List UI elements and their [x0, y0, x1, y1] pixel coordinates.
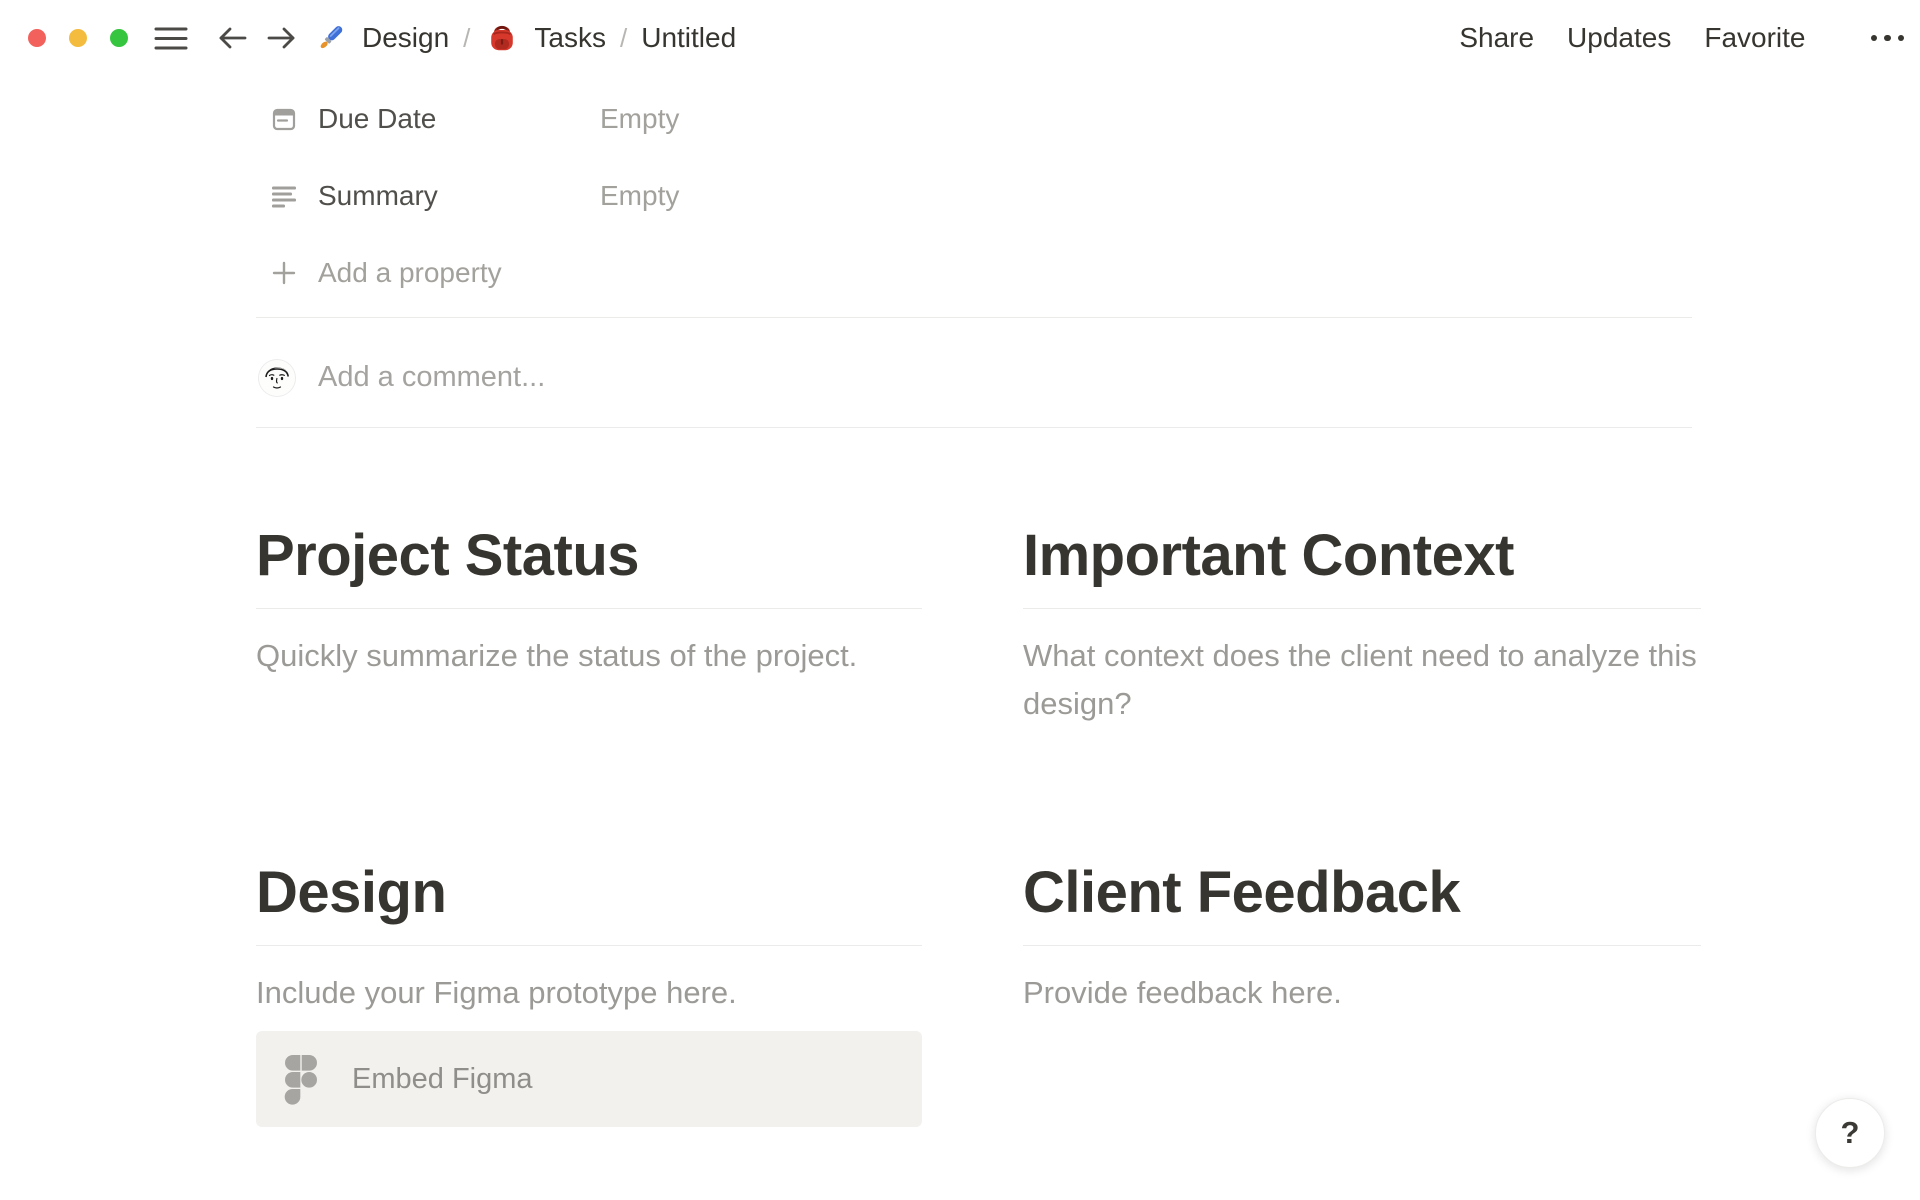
divider: [256, 317, 1692, 318]
minimize-window-button[interactable]: [69, 29, 87, 47]
favorite-button[interactable]: Favorite: [1704, 22, 1805, 54]
content-row-1: Project Status Quickly summarize the sta…: [256, 520, 1701, 728]
forward-arrow-icon[interactable]: [266, 25, 297, 51]
page-properties: Due Date Empty Summary Empty Add a prope…: [256, 80, 1692, 311]
section-body-text[interactable]: Provide feedback here.: [1023, 969, 1701, 1017]
section-body-text[interactable]: Include your Figma prototype here.: [256, 969, 922, 1017]
breadcrumb-label: Untitled: [641, 22, 737, 53]
property-value[interactable]: Empty: [600, 103, 679, 135]
property-value[interactable]: Empty: [600, 180, 679, 212]
breadcrumb-label: Tasks: [534, 22, 606, 53]
breadcrumb-item-design[interactable]: Design: [312, 20, 449, 56]
section-body-text[interactable]: Quickly summarize the status of the proj…: [256, 632, 922, 680]
property-row-due-date[interactable]: Due Date Empty: [256, 80, 1692, 157]
section-title[interactable]: Important Context: [1023, 520, 1701, 592]
plus-icon: [271, 260, 297, 286]
breadcrumb-item-tasks[interactable]: Tasks: [484, 20, 606, 56]
embed-figma-label: Embed Figma: [352, 1062, 533, 1095]
divider: [1023, 608, 1701, 609]
section-project-status: Project Status Quickly summarize the sta…: [256, 520, 922, 728]
window-titlebar: Design / Tasks / Untitled Share Updates …: [0, 0, 1920, 76]
updates-button[interactable]: Updates: [1567, 22, 1671, 54]
traffic-lights: [28, 29, 128, 47]
breadcrumb-separator: /: [463, 22, 471, 53]
property-row-summary[interactable]: Summary Empty: [256, 157, 1692, 234]
divider: [256, 608, 922, 609]
zoom-window-button[interactable]: [110, 29, 128, 47]
section-title[interactable]: Design: [256, 857, 922, 929]
breadcrumb-label: Design: [362, 22, 450, 53]
back-arrow-icon[interactable]: [217, 25, 248, 51]
help-button[interactable]: ?: [1815, 1098, 1885, 1168]
divider: [256, 427, 1692, 428]
comment-row: Add a comment...: [256, 340, 1692, 415]
content-row-2: Design Include your Figma prototype here…: [256, 857, 1701, 1127]
add-property-label: Add a property: [318, 256, 502, 288]
align-left-icon: [271, 183, 297, 209]
backpack-emoji-icon: [484, 20, 520, 56]
more-options-icon[interactable]: [1869, 29, 1907, 48]
section-important-context: Important Context What context does the …: [1023, 520, 1701, 728]
paintbrush-emoji-icon: [312, 20, 348, 56]
embed-figma-button[interactable]: Embed Figma: [256, 1031, 922, 1127]
hamburger-icon[interactable]: [154, 25, 188, 52]
section-body-text[interactable]: What context does the client need to ana…: [1023, 632, 1701, 728]
property-label: Due Date: [318, 102, 437, 134]
figma-icon: [284, 1054, 318, 1105]
section-title[interactable]: Project Status: [256, 520, 922, 592]
add-property-button[interactable]: Add a property: [256, 234, 1692, 311]
section-design: Design Include your Figma prototype here…: [256, 857, 922, 1127]
add-comment-input[interactable]: Add a comment...: [318, 361, 1692, 394]
avatar: [259, 359, 295, 396]
breadcrumb-item-untitled[interactable]: Untitled: [641, 22, 736, 54]
section-title[interactable]: Client Feedback: [1023, 857, 1701, 929]
close-window-button[interactable]: [28, 29, 46, 47]
topbar-actions: Share Updates Favorite: [1459, 22, 1906, 54]
divider: [1023, 945, 1701, 946]
calendar-icon: [271, 106, 297, 132]
divider: [256, 945, 922, 946]
section-client-feedback: Client Feedback Provide feedback here.: [1023, 857, 1701, 1127]
question-icon: ?: [1840, 1115, 1860, 1150]
property-label: Summary: [318, 179, 438, 211]
breadcrumb-separator: /: [619, 22, 628, 53]
breadcrumb: Design / Tasks / Untitled: [312, 20, 736, 56]
share-button[interactable]: Share: [1459, 22, 1534, 54]
